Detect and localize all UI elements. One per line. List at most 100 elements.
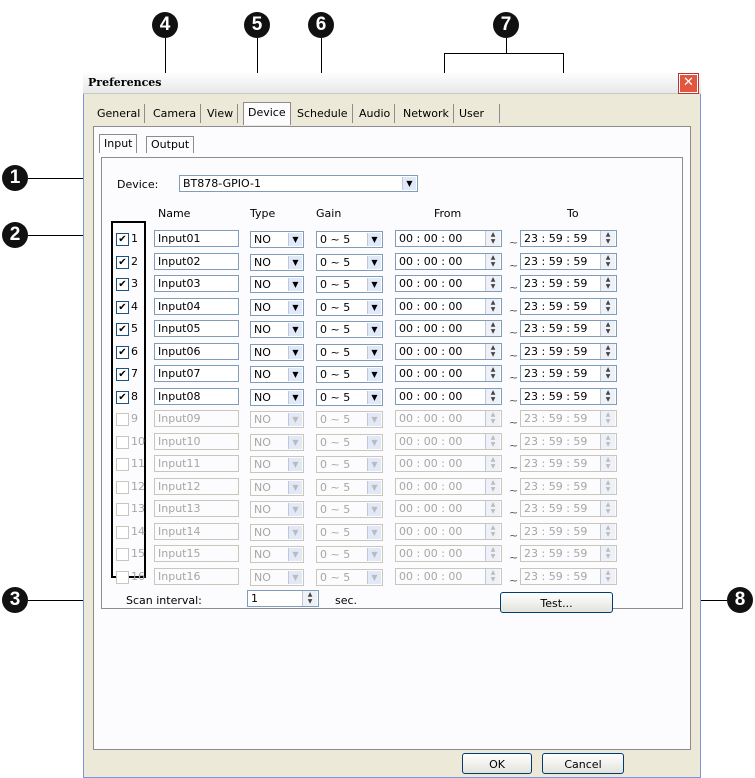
row-type-select[interactable]: NO ▼ <box>250 344 304 361</box>
row-name-input[interactable]: Input05 <box>154 320 239 337</box>
row-from-time[interactable]: 00 : 00 : 00 ▲ ▼ <box>395 343 502 360</box>
subtab-output[interactable]: Output <box>146 136 195 153</box>
spinner-arrows-icon[interactable]: ▲ ▼ <box>600 456 615 471</box>
chevron-down-icon[interactable]: ▼ <box>288 413 302 426</box>
spinner-arrows-icon[interactable]: ▲ ▼ <box>302 591 317 606</box>
tab-general[interactable]: General <box>93 104 146 123</box>
row-checkbox[interactable] <box>116 503 129 516</box>
row-checkbox[interactable] <box>116 481 129 494</box>
row-name-input[interactable]: Input15 <box>154 545 239 562</box>
row-type-select[interactable]: NO ▼ <box>250 479 304 496</box>
row-from-time[interactable]: 00 : 00 : 00 ▲ ▼ <box>395 230 502 247</box>
row-from-time[interactable]: 00 : 00 : 00 ▲ ▼ <box>395 478 502 495</box>
row-from-time[interactable]: 00 : 00 : 00 ▲ ▼ <box>395 433 502 450</box>
row-gain-select[interactable]: 0 ~ 5 ▼ <box>316 501 383 518</box>
spinner-arrows-icon[interactable]: ▲ ▼ <box>485 276 500 291</box>
row-gain-select[interactable]: 0 ~ 5 ▼ <box>316 434 383 451</box>
tab-device[interactable]: Device <box>243 102 291 125</box>
tab-audio[interactable]: Audio <box>355 104 396 123</box>
subtab-input[interactable]: Input <box>99 134 138 153</box>
row-to-time[interactable]: 23 : 59 : 59 ▲ ▼ <box>520 365 617 382</box>
chevron-down-icon[interactable]: ▼ <box>288 346 302 359</box>
row-from-time[interactable]: 00 : 00 : 00 ▲ ▼ <box>395 410 502 427</box>
chevron-down-icon[interactable]: ▼ <box>288 256 302 269</box>
row-type-select[interactable]: NO ▼ <box>250 411 304 428</box>
tab-schedule[interactable]: Schedule <box>293 104 353 123</box>
row-name-input[interactable]: Input11 <box>154 455 239 472</box>
test-button[interactable]: Test... <box>500 592 613 613</box>
row-gain-select[interactable]: 0 ~ 5 ▼ <box>316 321 383 338</box>
chevron-down-icon[interactable]: ▼ <box>367 346 381 359</box>
cancel-button[interactable]: Cancel <box>542 753 624 774</box>
tab-camera[interactable]: Camera <box>149 104 202 123</box>
chevron-down-icon[interactable]: ▼ <box>288 368 302 381</box>
chevron-down-icon[interactable]: ▼ <box>288 233 302 246</box>
row-name-input[interactable]: Input16 <box>154 568 239 585</box>
close-icon[interactable]: ✕ <box>679 74 698 93</box>
chevron-down-icon[interactable]: ▼ <box>288 481 302 494</box>
row-gain-select[interactable]: 0 ~ 5 ▼ <box>316 344 383 361</box>
row-name-input[interactable]: Input03 <box>154 275 239 292</box>
spinner-arrows-icon[interactable]: ▲ ▼ <box>600 524 615 539</box>
chevron-down-icon[interactable]: ▼ <box>288 323 302 336</box>
row-to-time[interactable]: 23 : 59 : 59 ▲ ▼ <box>520 500 617 517</box>
chevron-down-icon[interactable]: ▼ <box>367 548 381 561</box>
row-checkbox[interactable] <box>116 526 129 539</box>
spinner-arrows-icon[interactable]: ▲ ▼ <box>485 299 500 314</box>
row-to-time[interactable]: 23 : 59 : 59 ▲ ▼ <box>520 320 617 337</box>
spinner-arrows-icon[interactable]: ▲ ▼ <box>600 389 615 404</box>
chevron-down-icon[interactable]: ▼ <box>367 436 381 449</box>
spinner-arrows-icon[interactable]: ▲ ▼ <box>600 254 615 269</box>
chevron-down-icon[interactable]: ▼ <box>402 177 416 190</box>
row-checkbox[interactable]: ✔ <box>116 301 129 314</box>
title-bar[interactable]: Preferences ✕ <box>83 73 701 94</box>
row-gain-select[interactable]: 0 ~ 5 ▼ <box>316 254 383 271</box>
spinner-arrows-icon[interactable]: ▲ ▼ <box>485 434 500 449</box>
row-gain-select[interactable]: 0 ~ 5 ▼ <box>316 276 383 293</box>
chevron-down-icon[interactable]: ▼ <box>367 391 381 404</box>
chevron-down-icon[interactable]: ▼ <box>288 548 302 561</box>
row-gain-select[interactable]: 0 ~ 5 ▼ <box>316 456 383 473</box>
row-gain-select[interactable]: 0 ~ 5 ▼ <box>316 569 383 586</box>
spinner-arrows-icon[interactable]: ▲ ▼ <box>485 524 500 539</box>
spinner-arrows-icon[interactable]: ▲ ▼ <box>485 456 500 471</box>
row-to-time[interactable]: 23 : 59 : 59 ▲ ▼ <box>520 253 617 270</box>
spinner-arrows-icon[interactable]: ▲ ▼ <box>600 276 615 291</box>
row-from-time[interactable]: 00 : 00 : 00 ▲ ▼ <box>395 320 502 337</box>
scan-interval-input[interactable]: 1 ▲ ▼ <box>247 590 319 607</box>
chevron-down-icon[interactable]: ▼ <box>288 436 302 449</box>
row-name-input[interactable]: Input07 <box>154 365 239 382</box>
row-name-input[interactable]: Input01 <box>154 230 239 247</box>
row-gain-select[interactable]: 0 ~ 5 ▼ <box>316 411 383 428</box>
chevron-down-icon[interactable]: ▼ <box>367 278 381 291</box>
row-to-time[interactable]: 23 : 59 : 59 ▲ ▼ <box>520 523 617 540</box>
spinner-arrows-icon[interactable]: ▲ ▼ <box>600 366 615 381</box>
row-from-time[interactable]: 00 : 00 : 00 ▲ ▼ <box>395 253 502 270</box>
row-checkbox[interactable]: ✔ <box>116 233 129 246</box>
chevron-down-icon[interactable]: ▼ <box>367 233 381 246</box>
tab-network[interactable]: Network <box>399 104 454 123</box>
row-type-select[interactable]: NO ▼ <box>250 321 304 338</box>
spinner-arrows-icon[interactable]: ▲ ▼ <box>485 366 500 381</box>
spinner-arrows-icon[interactable]: ▲ ▼ <box>485 389 500 404</box>
row-checkbox[interactable]: ✔ <box>116 368 129 381</box>
row-to-time[interactable]: 23 : 59 : 59 ▲ ▼ <box>520 298 617 315</box>
row-to-time[interactable]: 23 : 59 : 59 ▲ ▼ <box>520 230 617 247</box>
row-name-input[interactable]: Input06 <box>154 343 239 360</box>
row-name-input[interactable]: Input09 <box>154 410 239 427</box>
chevron-down-icon[interactable]: ▼ <box>288 458 302 471</box>
row-from-time[interactable]: 00 : 00 : 00 ▲ ▼ <box>395 455 502 472</box>
row-to-time[interactable]: 23 : 59 : 59 ▲ ▼ <box>520 275 617 292</box>
chevron-down-icon[interactable]: ▼ <box>288 278 302 291</box>
row-gain-select[interactable]: 0 ~ 5 ▼ <box>316 546 383 563</box>
row-from-time[interactable]: 00 : 00 : 00 ▲ ▼ <box>395 523 502 540</box>
row-gain-select[interactable]: 0 ~ 5 ▼ <box>316 366 383 383</box>
row-to-time[interactable]: 23 : 59 : 59 ▲ ▼ <box>520 388 617 405</box>
spinner-arrows-icon[interactable]: ▲ ▼ <box>600 321 615 336</box>
spinner-arrows-icon[interactable]: ▲ ▼ <box>600 479 615 494</box>
spinner-arrows-icon[interactable]: ▲ ▼ <box>600 434 615 449</box>
spinner-arrows-icon[interactable]: ▲ ▼ <box>485 321 500 336</box>
spinner-arrows-icon[interactable]: ▲ ▼ <box>485 231 500 246</box>
row-type-select[interactable]: NO ▼ <box>250 434 304 451</box>
row-to-time[interactable]: 23 : 59 : 59 ▲ ▼ <box>520 433 617 450</box>
